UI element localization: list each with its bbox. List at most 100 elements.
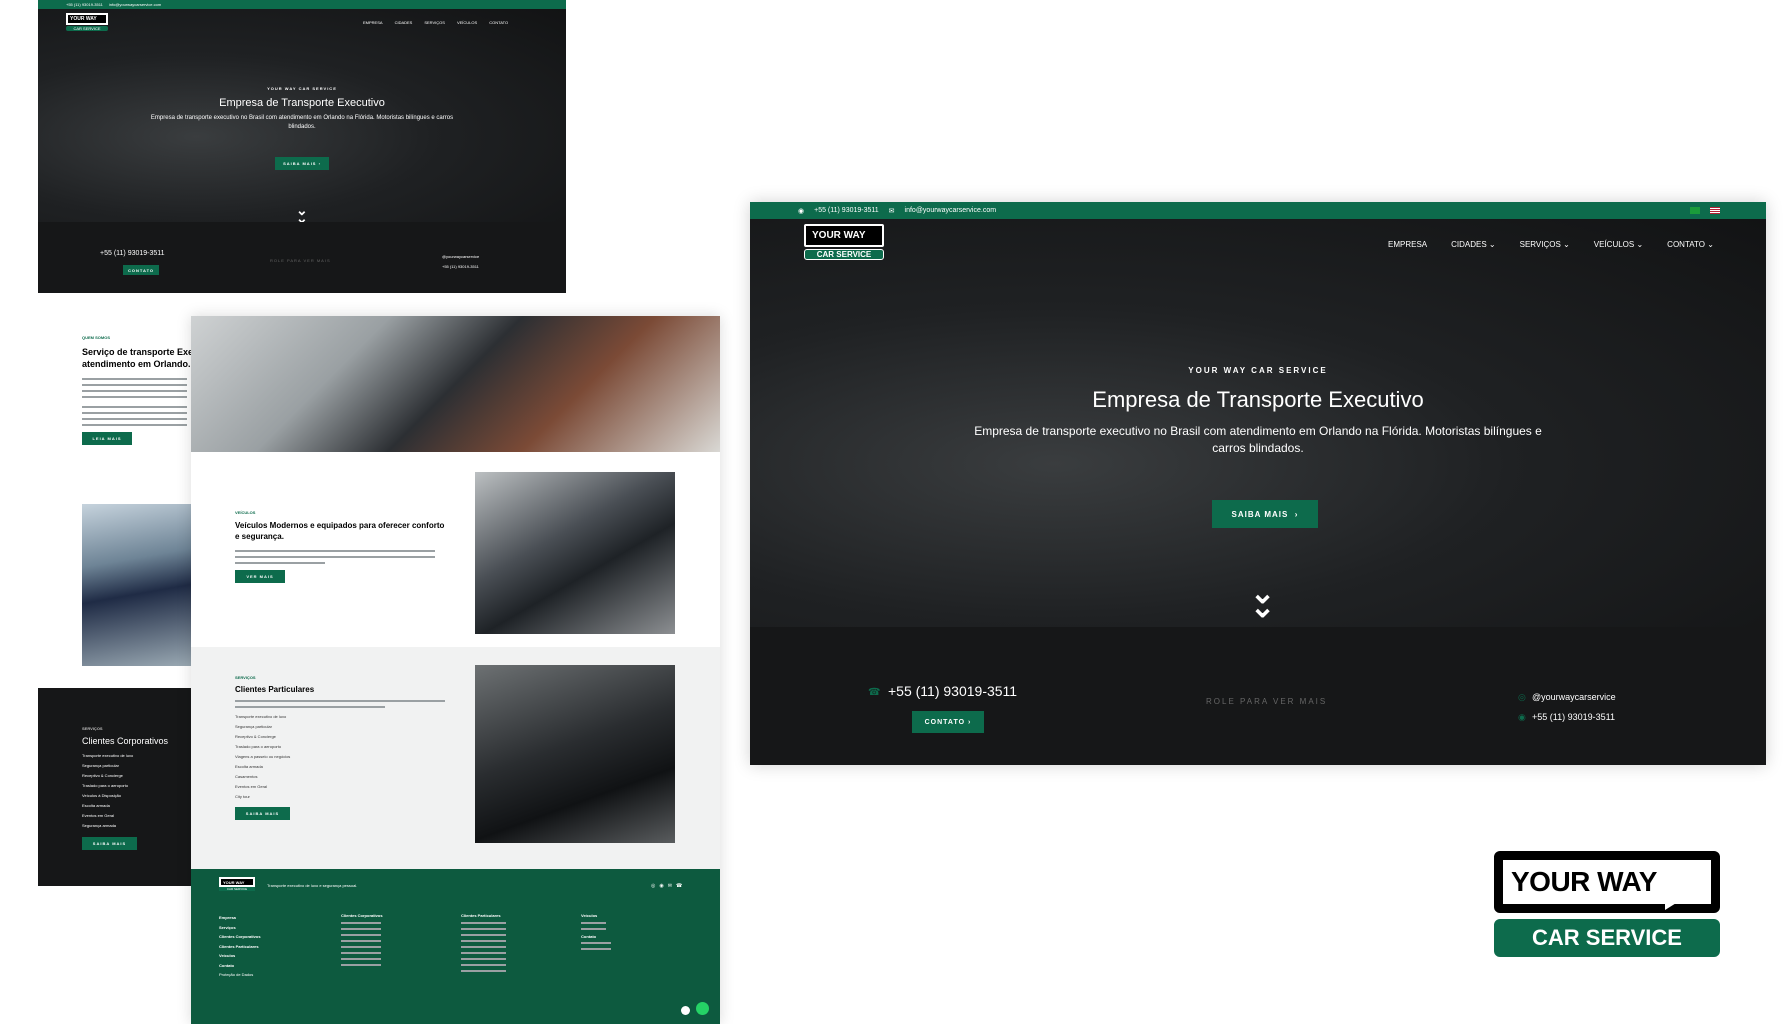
chauffeur-photo: [82, 504, 192, 666]
nav-servicos[interactable]: SERVIÇOS ⌄: [1520, 240, 1570, 249]
whatsapp-icon[interactable]: ◉: [659, 883, 663, 889]
part-more-button[interactable]: SAIBA MAIS: [235, 807, 290, 820]
arrow-icon: [1665, 860, 1705, 910]
chevron-down-icon: ⌄: [1707, 240, 1714, 249]
whatsapp-link[interactable]: +55 (11) 93019-3511: [1532, 712, 1615, 722]
business-man-photo: [191, 316, 720, 452]
scroll-top-icon[interactable]: [681, 1006, 690, 1015]
mockup-page-center: VEÍCULOS Veículos Modernos e equipados p…: [191, 316, 720, 1024]
flag-brazil-icon[interactable]: [1690, 207, 1700, 214]
topbar-email[interactable]: info@yourwaycarservice.com: [905, 207, 997, 214]
hero-eyebrow: YOUR WAY CAR SERVICE: [1188, 366, 1328, 375]
corp-item: Segurança armada: [82, 823, 117, 828]
part-eyebrow: SERVIÇOS: [235, 675, 256, 680]
corp-item: Segurança particular: [82, 763, 119, 768]
footer-link[interactable]: Serviços: [219, 923, 261, 933]
vehicles-more-button[interactable]: VER MAIS: [235, 570, 285, 583]
part-list: Transporte executivo de luxo Segurança p…: [235, 712, 455, 802]
contact-phone[interactable]: +55 (11) 93019-3511: [888, 683, 1017, 699]
hero-title: Empresa de Transporte Executivo: [1092, 387, 1424, 412]
nav-servicos[interactable]: SERVIÇOS: [424, 20, 445, 25]
footer-col-title: Contato: [581, 934, 597, 939]
contact-phone[interactable]: +55 (11) 93019-3511: [100, 250, 165, 257]
nav-cidades[interactable]: CIDADES: [395, 20, 413, 25]
topbar-email[interactable]: info@yourwaycarservice.com: [109, 2, 161, 7]
part-text: [235, 700, 445, 708]
about-peek: QUEM SOMOS Serviço de transporte Exe ate…: [82, 335, 193, 465]
hero-subtitle: Empresa de transporte executivo no Brasi…: [974, 424, 1542, 455]
footer-link[interactable]: Contato: [219, 961, 261, 971]
part-item: Casamentos: [235, 774, 258, 779]
logo[interactable]: YOUR WAY CAR SERVICE: [66, 13, 108, 35]
mail-icon[interactable]: ✉: [668, 883, 672, 889]
footer-link[interactable]: Veículos: [219, 951, 261, 961]
logo-car-service: CAR SERVICE: [804, 249, 884, 260]
corp-item: Receptivo & Concierge: [82, 773, 123, 778]
nav-contato[interactable]: CONTATO ⌄: [1667, 240, 1714, 249]
contact-button[interactable]: CONTATO ›: [912, 711, 984, 733]
topbar-phone[interactable]: +55 (11) 93019-3511: [814, 207, 879, 214]
about-text: [82, 378, 187, 426]
hero-cta-button[interactable]: SAIBA MAIS ›: [275, 157, 329, 170]
particulares-section: SERVIÇOS Clientes Particulares Transport…: [191, 647, 720, 869]
whatsapp-icon: ◉: [1518, 712, 1526, 722]
scroll-text: ROLE PARA VER MAIS: [270, 258, 331, 263]
whatsapp-icon: ◉: [798, 207, 805, 215]
instagram-link[interactable]: @yourwaycarservice: [1532, 692, 1616, 702]
hero-title: Empresa de Transporte Executivo: [219, 97, 385, 109]
mail-icon: ✉: [888, 207, 895, 215]
social-icons: ◎ ◉ ✉ ☎: [651, 883, 682, 889]
brand-logo-large: YOUR WAY CAR SERVICE: [1494, 851, 1720, 966]
part-item: Viagens a passeio ou negócios: [235, 754, 291, 759]
part-item: Eventos em Geral: [235, 784, 268, 789]
chevron-down-icon: ⌄: [1563, 240, 1570, 249]
corp-more-button[interactable]: SAIBA MAIS: [82, 837, 137, 850]
hero-eyebrow: YOUR WAY CAR SERVICE: [267, 86, 337, 91]
nav-empresa[interactable]: EMPRESA: [1388, 240, 1427, 249]
scroll-text: ROLE PARA VER MAIS: [1206, 697, 1328, 706]
contact-strip: ☎ +55 (11) 93019-3511 CONTATO › ROLE PAR…: [750, 627, 1766, 765]
corp-eyebrow: SERVIÇOS: [82, 726, 103, 731]
nav-empresa[interactable]: EMPRESA: [363, 20, 383, 25]
main-nav: EMPRESA CIDADES ⌄ SERVIÇOS ⌄ VEÍCULOS ⌄ …: [1388, 240, 1714, 249]
contact-button[interactable]: CONTATO: [123, 265, 159, 275]
nav-cidades[interactable]: CIDADES ⌄: [1451, 240, 1496, 249]
whatsapp-link[interactable]: +55 (11) 93019-3511: [442, 264, 479, 269]
chauffeur-car-photo: [475, 665, 675, 843]
topbar: ◉ +55 (11) 93019-3511 ✉ info@yourwaycars…: [750, 202, 1766, 219]
flag-usa-icon[interactable]: [1710, 207, 1720, 214]
part-item: Segurança particular: [235, 724, 272, 729]
logo[interactable]: YOUR WAY CAR SERVICE: [804, 224, 884, 266]
corporativos-section: SERVIÇOS Clientes Corporativos Transport…: [38, 688, 192, 886]
footer-col4: Veículos Contato: [581, 913, 611, 954]
vehicles-title: Veículos Modernos e equipados para ofere…: [235, 521, 445, 541]
footer-link[interactable]: Clientes Particulares: [219, 942, 261, 952]
footer-logo[interactable]: YOUR WAY CAR SERVICE: [219, 877, 255, 891]
logo-car-service: CAR SERVICE: [1494, 919, 1720, 957]
whatsapp-float-icon[interactable]: [696, 1002, 709, 1015]
phone-icon[interactable]: ☎: [676, 883, 682, 889]
scroll-down-icon[interactable]: ⌄ ⌄: [1250, 579, 1275, 623]
car-interior-photo: [475, 472, 675, 634]
footer-link[interactable]: Proteção de Dados: [219, 970, 261, 980]
about-read-more-button[interactable]: LEIA MAIS: [82, 432, 132, 445]
logo-your-way: YOUR WAY: [804, 224, 884, 247]
instagram-link[interactable]: @yourwaycarservice: [442, 254, 479, 259]
hero-cta-button[interactable]: SAIBA MAIS ›: [1212, 500, 1318, 528]
part-title: Clientes Particulares: [235, 685, 315, 694]
nav-veiculos[interactable]: VEÍCULOS ⌄: [1594, 240, 1643, 249]
nav-veiculos[interactable]: VEÍCULOS: [457, 20, 477, 25]
instagram-icon: ◎: [1518, 692, 1526, 702]
instagram-icon[interactable]: ◎: [651, 883, 655, 889]
topbar-phone[interactable]: +55 (11) 93019-3511: [66, 2, 103, 7]
scroll-down-icon[interactable]: ⌄ ⌄: [296, 203, 308, 225]
footer-link[interactable]: Empresa: [219, 913, 261, 923]
footer-col-title: Clientes Corporativos: [341, 913, 383, 918]
footer-link[interactable]: Clientes Corporativos: [219, 932, 261, 942]
part-item: City tour: [235, 794, 250, 799]
corp-list: Transporte executivo de luxo Segurança p…: [82, 751, 192, 831]
about-eyebrow: QUEM SOMOS: [82, 335, 111, 340]
corp-item: Veículos à Disposição: [82, 793, 122, 798]
chevron-down-icon: ⌄: [1488, 240, 1496, 249]
nav-contato[interactable]: CONTATO: [489, 20, 508, 25]
